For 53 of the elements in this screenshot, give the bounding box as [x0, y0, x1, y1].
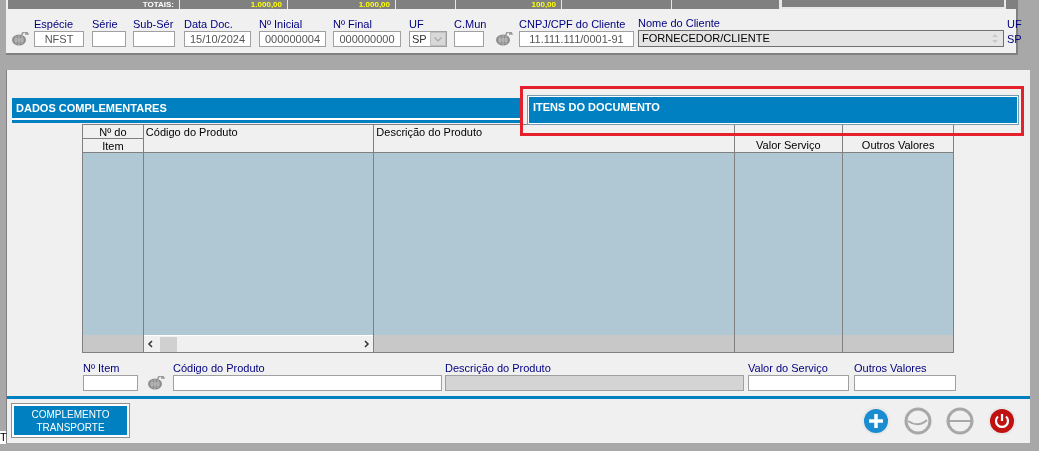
tab[interactable]: ITENS DO DOCUMENTO — [528, 96, 1018, 124]
input-field[interactable] — [133, 31, 175, 47]
scrollbar-thumb[interactable] — [159, 336, 177, 352]
input-field[interactable] — [83, 375, 138, 391]
field-label: Descrição do Produto — [445, 362, 552, 375]
total-value: 1.000,00 — [288, 0, 396, 9]
dropdown[interactable]: SP — [409, 31, 447, 47]
field-label: Valor do Serviço — [748, 362, 829, 375]
input-field[interactable] — [173, 375, 442, 391]
field-label: Série — [92, 18, 119, 31]
caret-icon — [430, 32, 446, 46]
field-label: Outros Valores — [854, 362, 928, 375]
column-header: Nº do — [83, 125, 143, 139]
power-button[interactable] — [987, 405, 1017, 436]
input-field[interactable] — [854, 375, 956, 391]
field-label: Nº Item — [83, 362, 121, 375]
input-field[interactable]: 000000004 — [259, 31, 326, 47]
field-label: CNPJ/CPF do Cliente — [519, 18, 627, 31]
field-label: Nº Final — [333, 18, 373, 31]
field-label: Data Doc. — [184, 18, 234, 31]
total-value: 1.000,00 — [180, 0, 288, 9]
input-field[interactable]: 000000000 — [333, 31, 401, 47]
tab[interactable]: DADOS COMPLEMENTARES — [12, 98, 520, 123]
padlock-icon[interactable] — [496, 32, 513, 46]
total-value: 100,00 — [456, 0, 562, 9]
add-button[interactable] — [861, 405, 891, 436]
input-field[interactable] — [92, 31, 126, 47]
field-label: Espécie — [34, 18, 75, 31]
field-label: Sub-Sér — [133, 18, 175, 31]
field-label: Código do Produto — [173, 362, 266, 375]
column-header: Outros Valores — [860, 138, 936, 152]
input-field[interactable]: 11.111.111/0001-91 — [519, 31, 634, 47]
field-label: Nome do Cliente — [638, 17, 721, 30]
padlock-icon[interactable] — [12, 32, 29, 46]
input-field[interactable] — [454, 31, 484, 47]
column-header: Código do Produto — [144, 125, 239, 139]
column-header: Valor Serviço — [755, 138, 822, 152]
table-footer-cell — [83, 335, 143, 352]
field-label: C.Mun — [454, 18, 484, 31]
totals-label: TOTAIS: — [8, 0, 180, 9]
input-field[interactable]: NFST — [34, 31, 84, 47]
field-label: UF — [1007, 18, 1021, 31]
column-header: Item — [101, 139, 125, 153]
input-field[interactable]: 15/10/2024 — [184, 31, 251, 47]
edge-text: T — [0, 431, 6, 444]
padlock-icon[interactable] — [148, 376, 165, 390]
text-area[interactable]: FORNECEDOR/CLIENTE — [638, 30, 1004, 47]
field-value: SP — [1007, 32, 1021, 47]
field-label: UF — [409, 18, 425, 31]
complemento-transporte-button[interactable]: COMPLEMENTO TRANSPORTE — [12, 404, 129, 437]
field-label: Nº Inicial — [259, 18, 304, 31]
column-header: Descrição do Produto — [375, 125, 484, 139]
input-field[interactable] — [748, 375, 849, 391]
